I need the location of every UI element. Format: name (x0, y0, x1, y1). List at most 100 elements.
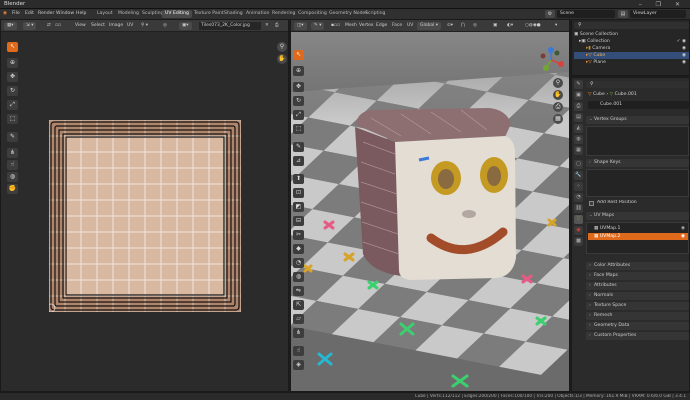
panel-color-attributes[interactable]: Color Attributes (586, 262, 689, 270)
outliner-search[interactable]: ⚲ (574, 22, 689, 29)
panel-uv-maps[interactable]: UV Maps (586, 212, 689, 220)
spin-tool-icon[interactable]: ◔ (293, 258, 304, 268)
vp-scale-tool-icon[interactable]: ⤢ (293, 110, 304, 120)
camera-view-icon[interactable]: ⎙ (553, 102, 563, 112)
vp-push-pull-icon[interactable]: ◈ (293, 360, 304, 370)
particles-tab-icon[interactable]: ⁘ (574, 182, 583, 191)
smooth-tool-icon[interactable]: ◍ (293, 272, 304, 282)
visibility-icon[interactable]: ◉ (682, 45, 686, 52)
scene-tab-icon[interactable]: ◭ (574, 124, 583, 133)
visibility-icon[interactable]: ✓ ◉ (677, 38, 686, 45)
snap-icon[interactable]: ⚲ ▾ (139, 22, 150, 30)
menu-help[interactable]: Help (76, 11, 86, 16)
render-active-icon[interactable]: ◉ (681, 233, 685, 240)
menu-file[interactable]: File (12, 11, 20, 16)
vp-annotate-tool-icon[interactable]: ✎ (293, 142, 304, 152)
visibility-icon[interactable]: ◉ (682, 59, 686, 66)
vp-menu-vertex[interactable]: Vertex (357, 22, 375, 30)
output-tab-icon[interactable]: ⎙ (574, 102, 583, 111)
tab-uv-editing[interactable]: UV Editing (162, 10, 192, 18)
poly-build-tool-icon[interactable]: ◆ (293, 244, 304, 254)
modifier-tab-icon[interactable]: 🔧 (574, 171, 583, 180)
proportional-icon[interactable]: ◎ (161, 22, 169, 30)
image-pin-icon[interactable]: ⎙ (273, 22, 281, 30)
object-tab-icon[interactable]: ▢ (574, 160, 583, 169)
image-name-field[interactable]: Tiles073_2K_Color.jpg (199, 22, 261, 30)
vp-rotate-tool-icon[interactable]: ↻ (293, 96, 304, 106)
pan-hand-icon[interactable]: ✋ (277, 54, 287, 64)
uv-menu-select[interactable]: Select (89, 22, 107, 30)
vp-measure-tool-icon[interactable]: ⊿ (293, 156, 304, 166)
move-tool-icon[interactable]: ✥ (7, 72, 18, 82)
material-tab-icon[interactable]: ◉ (574, 226, 583, 235)
world-tab-icon[interactable]: ◍ (574, 135, 583, 144)
window-controls[interactable]: – ❐ ✕ (639, 1, 686, 8)
uv-map-item-1[interactable]: ▦ UVMap.1 ◉ (588, 225, 688, 232)
cursor-tool-icon[interactable]: ⊕ (7, 58, 18, 68)
scale-tool-icon[interactable]: ⤢ (7, 100, 18, 110)
pinch-tool-icon[interactable]: ✊ (7, 184, 18, 194)
view-layer-selector[interactable]: ViewLayer (630, 10, 686, 18)
navigation-gizmo[interactable] (537, 46, 565, 74)
tab-scripting[interactable]: Scripting (362, 10, 388, 18)
knife-tool-icon[interactable]: ✂ (293, 230, 304, 240)
tab-compositing[interactable]: Compositing (295, 10, 330, 18)
uv-map-item-2[interactable]: ▦ UVMap.2 ◉ (588, 233, 688, 240)
perspective-toggle-icon[interactable]: ▦ (553, 114, 563, 124)
menu-edit[interactable]: Edit (25, 11, 34, 16)
uv-menu-image[interactable]: Image (107, 22, 125, 30)
edge-slide-tool-icon[interactable]: ⇋ (293, 286, 304, 296)
shear-tool-icon[interactable]: ▱ (293, 314, 304, 324)
mesh-name-field[interactable]: Cube.001 (588, 101, 689, 109)
outliner-row-scene-collection[interactable]: ▣ Scene Collection (574, 31, 689, 38)
snap-magnet-icon[interactable]: ⋂ (459, 22, 467, 30)
vp-move-tool-icon[interactable]: ✥ (293, 82, 304, 92)
menu-render[interactable]: Render (38, 11, 54, 16)
vp-menu-uv[interactable]: UV (405, 22, 415, 30)
shape-keys-list[interactable] (586, 169, 689, 197)
scene-icon[interactable]: ⚙ (545, 10, 555, 18)
view-layer-tab-icon[interactable]: ▤ (574, 113, 583, 122)
blender-logo-icon[interactable]: ◉ (3, 11, 7, 16)
outliner-row-plane[interactable]: ▸▽ Plane ◉ (574, 59, 689, 66)
transform-tool-icon[interactable]: ⬚ (7, 114, 18, 124)
relax-tool-icon[interactable]: ◍ (7, 172, 18, 182)
visibility-icon[interactable]: ◉ (682, 52, 686, 59)
tab-shading[interactable]: Shading (221, 10, 246, 18)
image-browse-icon[interactable]: ▣▾ (179, 22, 192, 30)
image-unlink-icon[interactable]: ✕ (263, 22, 271, 30)
shrink-fatten-tool-icon[interactable]: ⇱ (293, 300, 304, 310)
bevel-tool-icon[interactable]: ◩ (293, 202, 304, 212)
loop-cut-tool-icon[interactable]: ⊟ (293, 216, 304, 226)
vp-cursor-tool-icon[interactable]: ⊕ (293, 66, 304, 76)
panel-texture-space[interactable]: Texture Space (586, 302, 689, 310)
physics-tab-icon[interactable]: ◔ (574, 193, 583, 202)
panel-remesh[interactable]: Remesh (586, 312, 689, 320)
rotate-tool-icon[interactable]: ↻ (7, 86, 18, 96)
uv-menu-view[interactable]: View (73, 22, 88, 30)
mesh-data-tab-icon[interactable]: ▽ (574, 215, 583, 224)
inset-tool-icon[interactable]: ⊡ (293, 188, 304, 198)
editor-type-icon[interactable]: ▦▾ (4, 22, 17, 30)
tweak-tool-icon[interactable]: ↖ (7, 42, 18, 52)
vp-select-tool-icon[interactable]: ↖ (293, 50, 304, 60)
vp-menu-face[interactable]: Face (390, 22, 404, 30)
pivot-icon[interactable]: ⊙▾ (445, 22, 455, 30)
uv-sync-icon[interactable]: ⇄ (45, 22, 53, 30)
tool-tab-icon[interactable]: ✎ (574, 80, 583, 89)
select-mode-icons[interactable]: ▪▫▫ (329, 22, 342, 30)
extrude-tool-icon[interactable]: ⬆ (293, 174, 304, 184)
render-tab-icon[interactable]: ▣ (574, 91, 583, 100)
view-layer-icon[interactable]: ▤ (618, 10, 628, 18)
panel-shape-keys[interactable]: Shape Keys (586, 159, 689, 167)
outliner-row-cube[interactable]: ▸▽ Cube ◉ (574, 52, 689, 59)
constraints-tab-icon[interactable]: ⛓ (574, 204, 583, 213)
panel-geometry-data[interactable]: Geometry Data (586, 322, 689, 330)
collection-tab-icon[interactable]: ▦ (574, 146, 583, 155)
add-rest-position-checkbox[interactable] (589, 201, 594, 206)
outliner-row-collection[interactable]: ▸▣ Collection ✓ ◉ (574, 38, 689, 45)
vp-menu-edge[interactable]: Edge (374, 22, 389, 30)
zoom-icon[interactable]: ⚲ (277, 42, 287, 52)
panel-vertex-groups[interactable]: Vertex Groups (586, 116, 689, 124)
overlay-icon[interactable]: ◐▾ (505, 22, 515, 30)
